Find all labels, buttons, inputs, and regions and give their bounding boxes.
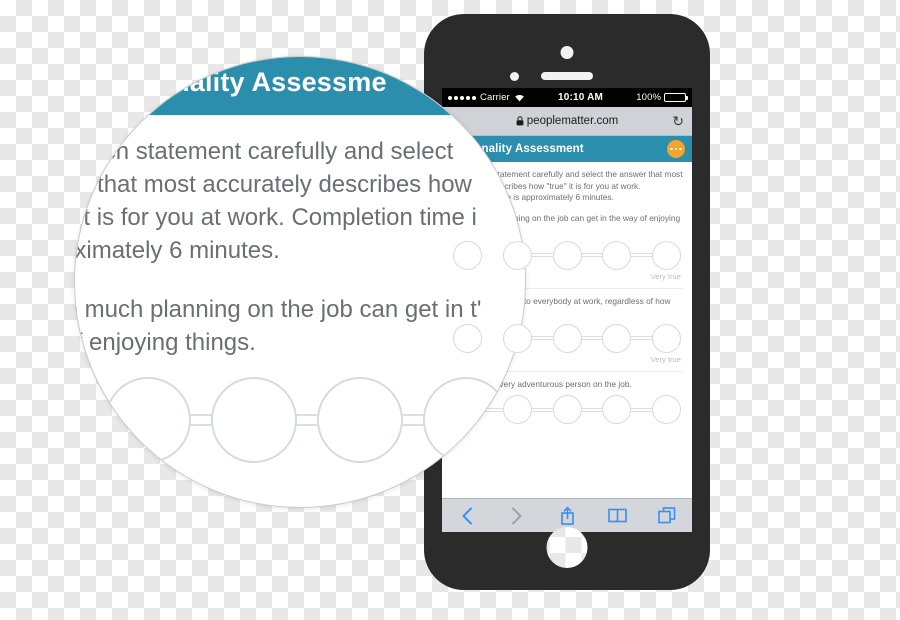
magnified-likert-scale[interactable] [75, 377, 519, 463]
status-time: 10:10 AM [557, 92, 604, 103]
likert-option[interactable] [317, 377, 403, 463]
magnified-question-text: 1. Too much planning on the job can get … [75, 293, 483, 359]
battery-percent-label: 100% [636, 92, 661, 103]
reload-icon[interactable]: ↻ [672, 114, 684, 128]
likert-option[interactable] [652, 395, 681, 424]
likert-option[interactable] [211, 377, 297, 463]
front-camera-icon [560, 46, 574, 59]
likert-option[interactable] [552, 240, 582, 270]
magnified-app-header: of 8 Personality Assessme [75, 57, 525, 115]
tabs-icon[interactable] [650, 503, 684, 529]
likert-option[interactable] [105, 377, 191, 463]
battery-full-icon [664, 93, 688, 102]
likert-option[interactable] [652, 240, 681, 270]
magnified-page-title: Personality Assessme [97, 66, 387, 97]
likert-option[interactable] [423, 377, 509, 463]
screenshot-canvas: Carrier 10:10 AM 100% [0, 0, 900, 620]
earpiece-speaker [541, 72, 593, 80]
likert-option[interactable] [652, 323, 681, 353]
magnified-question-body: Too much planning on the job can get in … [75, 296, 482, 356]
likert-option[interactable] [552, 323, 582, 353]
likert-option[interactable] [502, 240, 532, 270]
ellipsis-icon[interactable] [667, 140, 685, 158]
likert-option[interactable] [552, 395, 582, 424]
likert-option[interactable] [602, 395, 632, 424]
question-progress-badge: of 8 [75, 57, 98, 97]
likert-option[interactable] [602, 323, 632, 353]
magnified-instructions: Read each statement carefully and select… [74, 138, 477, 264]
share-icon[interactable] [550, 503, 584, 529]
magnified-body: Read each statement carefully and select… [74, 115, 525, 463]
home-button[interactable] [546, 527, 588, 568]
url-display[interactable]: peoplematter.com [516, 115, 618, 127]
magnifier-lens: peoplem of 8 Personality Assessme Read e… [74, 56, 526, 508]
likert-option[interactable] [453, 240, 482, 270]
book-icon[interactable] [600, 503, 634, 529]
likert-option[interactable] [602, 240, 632, 270]
likert-option[interactable] [453, 323, 482, 353]
likert-option[interactable] [502, 323, 532, 353]
chevron-right-icon [500, 503, 534, 529]
likert-option[interactable] [75, 377, 85, 463]
chevron-left-icon[interactable] [450, 503, 484, 529]
url-hostname: peoplematter.com [526, 115, 619, 127]
